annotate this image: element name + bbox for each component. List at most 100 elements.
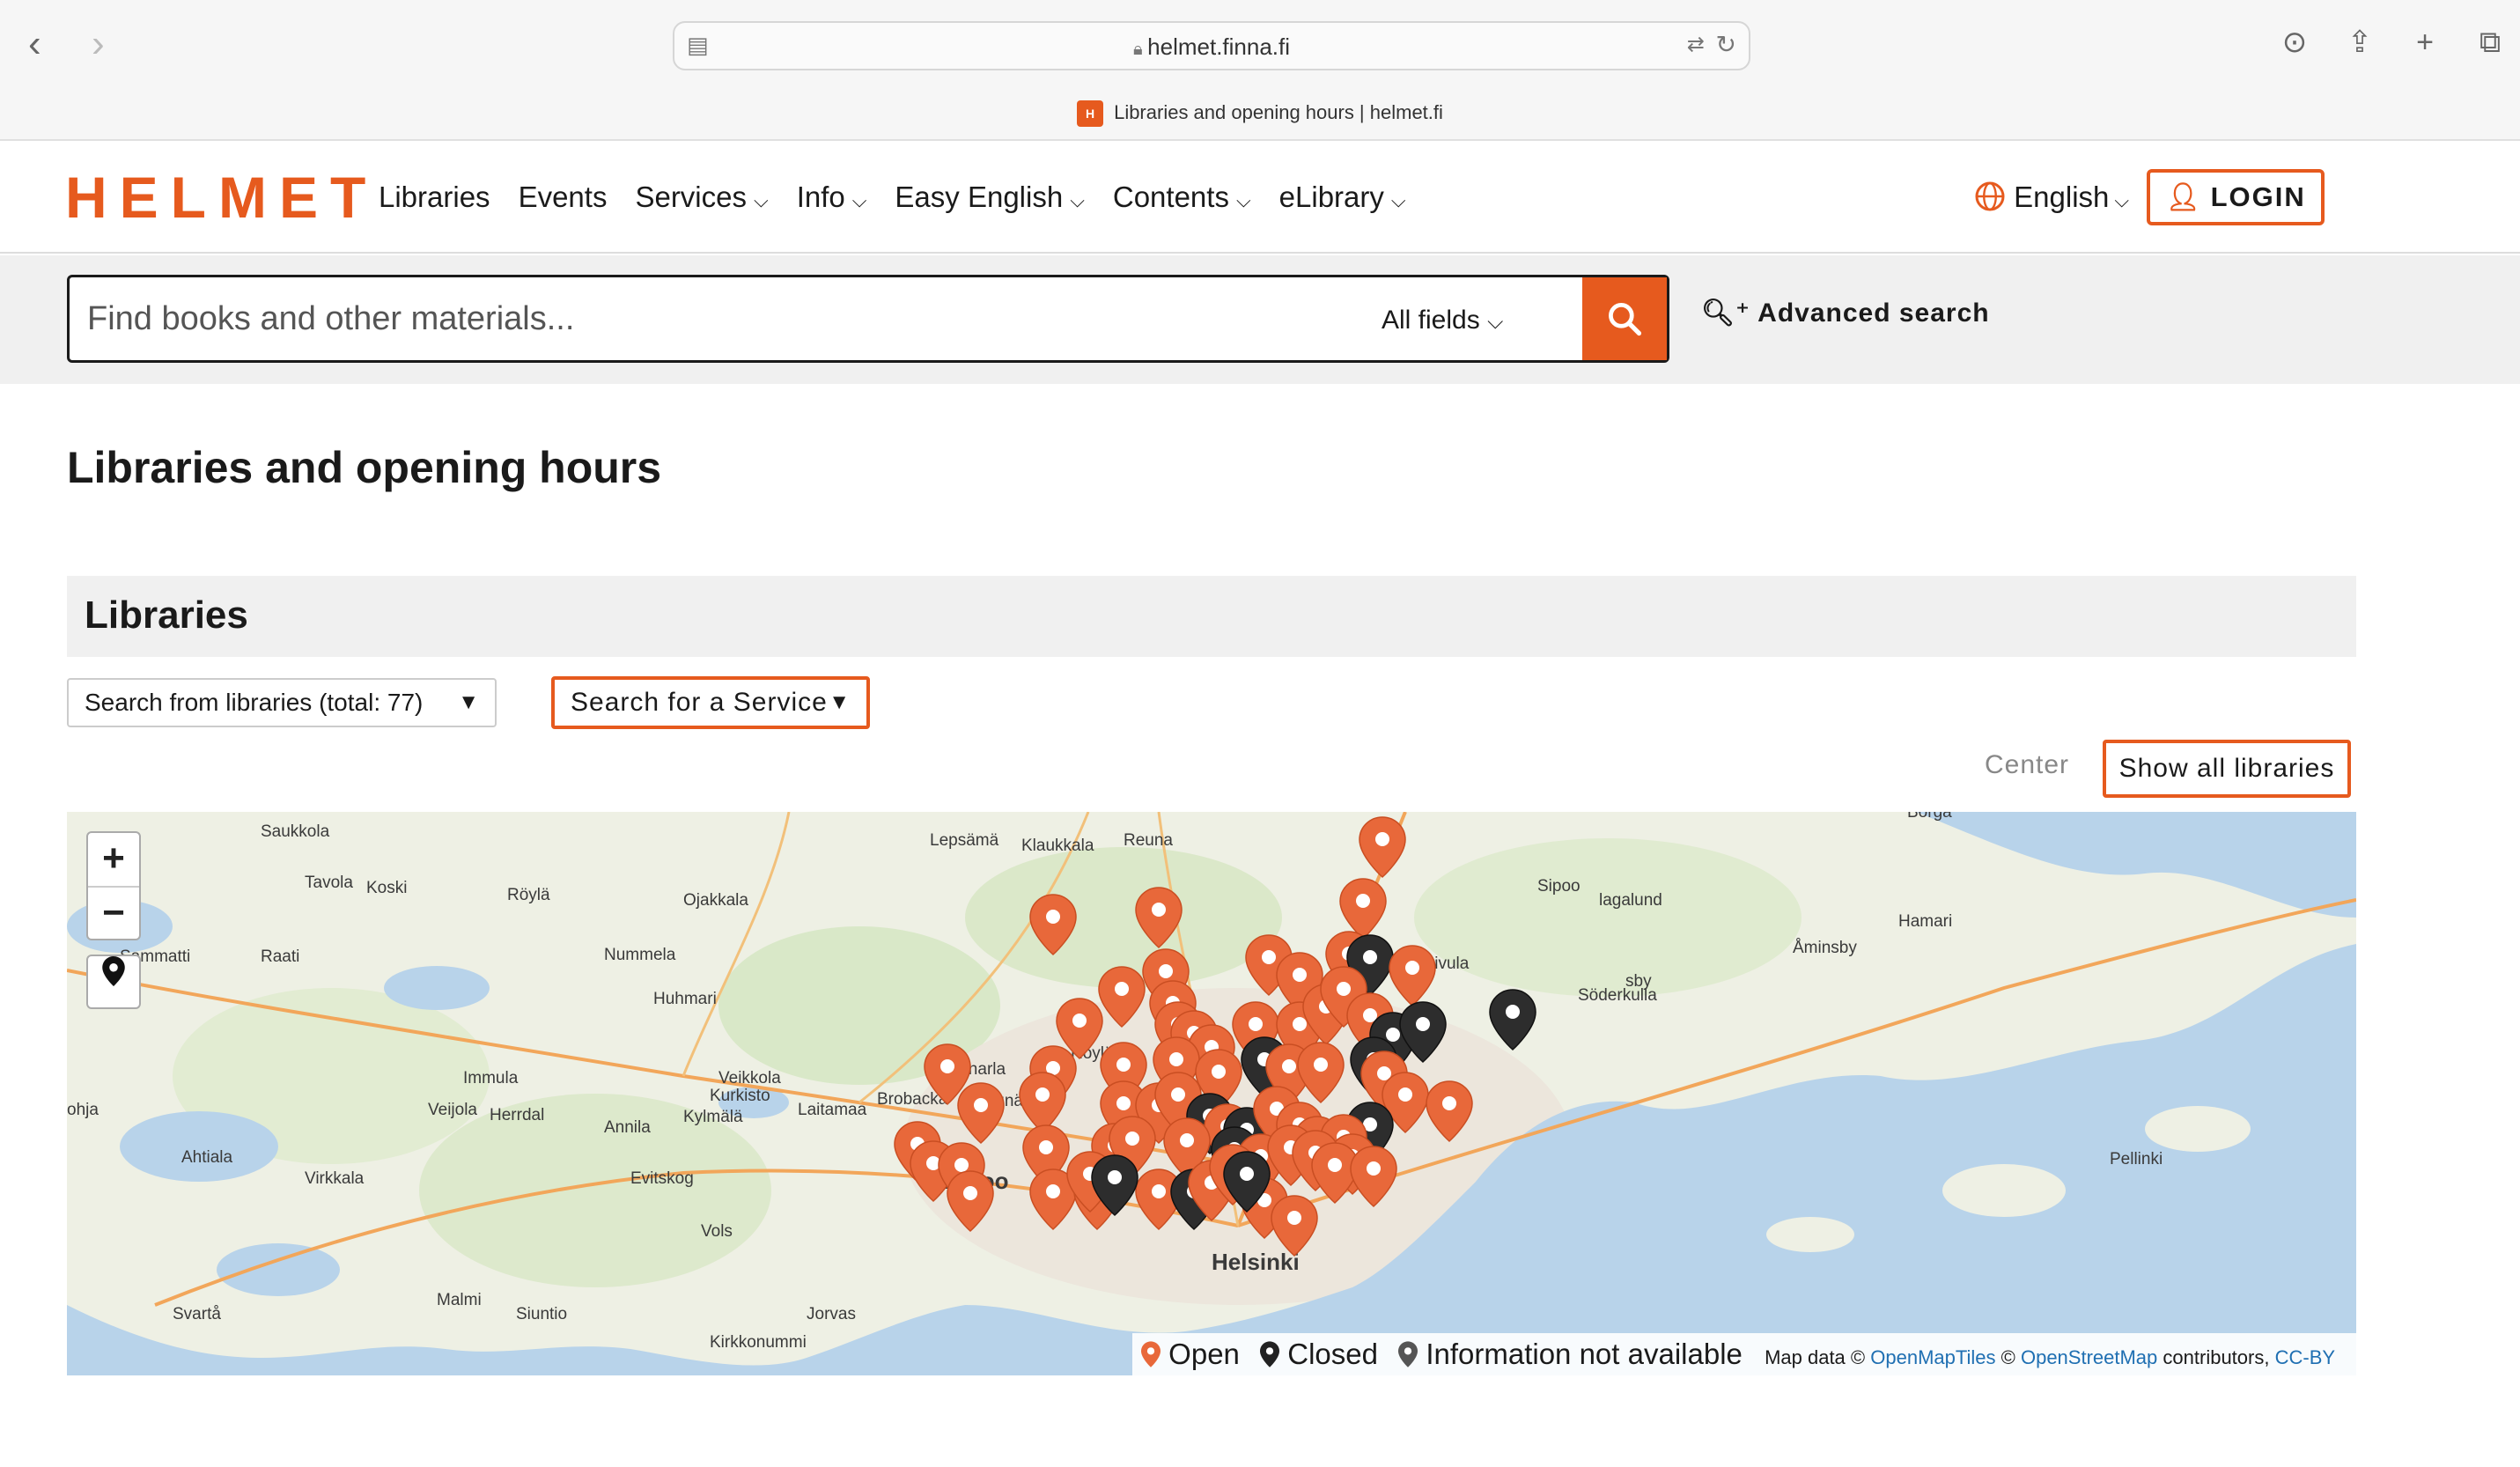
center-button[interactable]: Center	[1985, 750, 2069, 780]
field-select-label: All fields	[1382, 306, 1480, 335]
service-select-label: Search for a Service	[571, 688, 828, 717]
map-place-label: Annila	[604, 1118, 651, 1137]
legend-closed: Closed	[1287, 1338, 1378, 1370]
openmaptiles-link[interactable]: OpenMapTiles	[1870, 1346, 1995, 1368]
map-place-label: Helsinki	[1212, 1249, 1300, 1275]
menu-events[interactable]: Events	[519, 178, 608, 220]
attr-prefix: Map data ©	[1765, 1346, 1866, 1368]
libraries-section-header: Libraries	[67, 576, 2356, 657]
location-pin-icon	[102, 956, 125, 986]
map-attribution: Map data © OpenMapTiles © OpenStreetMap …	[1765, 1346, 2335, 1368]
menu-info[interactable]: Info ⌵	[797, 178, 867, 220]
locate-button[interactable]	[86, 955, 141, 1009]
na-pin-icon	[1398, 1341, 1418, 1367]
dropdown-triangle-icon: ▼	[458, 690, 479, 714]
chevron-down-icon: ⌵	[1390, 189, 1406, 211]
favicon: H	[1077, 100, 1104, 127]
site-header: HELMET Libraries Events Services ⌵ Info ⌵ …	[0, 143, 2520, 254]
search-button[interactable]	[1582, 277, 1667, 360]
map-place-label: Hamari	[1898, 912, 1952, 931]
menu-contents-label: Contents	[1112, 181, 1229, 213]
map-place-label: Ojakkala	[683, 891, 748, 910]
menu-elibrary[interactable]: eLibrary ⌵	[1279, 178, 1406, 220]
search-box: Find books and other materials... All fi…	[67, 275, 1669, 363]
service-select[interactable]: Search for a Service ▼	[551, 676, 870, 729]
menu-services[interactable]: Services ⌵	[635, 178, 768, 220]
tabs-overview-icon[interactable]: ⧉	[2472, 25, 2508, 60]
download-icon[interactable]: ⊙	[2277, 25, 2312, 60]
attr-sep: ©	[2001, 1346, 2015, 1368]
helmet-logo[interactable]: HELMET	[65, 166, 378, 229]
library-select-label: Search from libraries (total: 77)	[85, 689, 424, 716]
advanced-search-label: Advanced search	[1757, 299, 1990, 328]
new-tab-icon[interactable]: +	[2407, 25, 2443, 60]
library-map[interactable]: Saukkola Tavola Koski Röylä Nummela Ojakkala L…	[67, 812, 2356, 1375]
menu-libraries[interactable]: Libraries	[379, 178, 490, 220]
address-bar[interactable]: ▤ 🔒︎ helmet.finna.fi ⇄ ↻	[673, 21, 1750, 70]
forward-arrow-icon[interactable]: ›	[92, 25, 105, 63]
menu-contents[interactable]: Contents ⌵	[1113, 178, 1251, 220]
browser-tab[interactable]: H Libraries and opening hours | helmet.fi	[0, 100, 2520, 127]
chevron-down-icon: ⌵	[2114, 189, 2130, 211]
chevron-down-icon: ⌵	[1235, 189, 1251, 211]
map-legend: Open Closed Information not available Ma…	[1132, 1333, 2356, 1375]
map-place-label: sby	[1625, 972, 1652, 991]
map-canvas[interactable]: Saukkola Tavola Koski Röylä Nummela Ojakkala L…	[67, 812, 2356, 1375]
map-place-label: Nummela	[604, 946, 676, 964]
map-place-label: Kylmälä	[683, 1108, 743, 1126]
url-text: helmet.finna.fi	[1147, 33, 1291, 60]
map-place-label: Koski	[366, 879, 407, 897]
map-place-label: Borgå	[1907, 812, 1952, 822]
openstreetmap-link[interactable]: OpenStreetMap	[2021, 1346, 2157, 1368]
legend-open: Open	[1168, 1338, 1240, 1370]
translate-icon[interactable]: ⇄	[1687, 32, 1705, 57]
share-icon[interactable]: ⇪	[2342, 25, 2377, 60]
show-all-libraries-button[interactable]: Show all libraries	[2103, 740, 2351, 798]
cc-by-link[interactable]: CC-BY	[2275, 1346, 2335, 1368]
map-place-label: Jorvas	[807, 1305, 856, 1323]
zoom-out-button[interactable]: −	[88, 886, 139, 939]
field-select[interactable]: All fields ⌵	[1382, 306, 1503, 335]
map-place-label: Veikkola	[718, 1069, 781, 1087]
search-section: Find books and other materials... All fi…	[0, 255, 2520, 384]
map-place-label: Pellinki	[2110, 1150, 2163, 1168]
map-place-label: ohja	[67, 1101, 99, 1119]
menu-easy-english[interactable]: Easy English ⌵	[895, 178, 1084, 220]
map-place-label: Sipoo	[1537, 877, 1581, 896]
map-place-label: Reuna	[1124, 831, 1173, 850]
globe-icon	[1975, 181, 2005, 211]
login-button[interactable]: 👤︎ LOGIN	[2147, 169, 2325, 225]
tab-title: Libraries and opening hours | helmet.fi	[1114, 100, 1443, 123]
map-place-label: Röylä	[507, 886, 550, 904]
page-title: Libraries and opening hours	[67, 443, 662, 492]
chevron-down-icon: ⌵	[1070, 189, 1085, 211]
advanced-search-link[interactable]: 🔍︎⁺ Advanced search	[1701, 298, 1990, 328]
map-place-label: Vols	[701, 1222, 733, 1241]
back-arrow-icon[interactable]: ‹	[28, 25, 41, 63]
map-place-label: Raati	[261, 947, 299, 966]
menu-services-label: Services	[635, 181, 747, 213]
library-select[interactable]: Search from libraries (total: 77) ▼	[67, 678, 497, 727]
advanced-search-icon: 🔍︎⁺	[1701, 299, 1750, 328]
map-place-label: Laitamaa	[798, 1101, 867, 1119]
menu-easy-english-label: Easy English	[895, 181, 1064, 213]
map-place-label: Siuntio	[516, 1305, 567, 1323]
map-place-label: Klaukkala	[1021, 837, 1094, 855]
legend-na: Information not available	[1426, 1338, 1743, 1370]
map-place-label: Evitskog	[630, 1169, 694, 1188]
map-place-label: Kirkkonummi	[710, 1333, 807, 1352]
browser-chrome: ‹ › ▤ 🔒︎ helmet.finna.fi ⇄ ↻ ⊙ ⇪ + ⧉ H Li…	[0, 0, 2520, 141]
language-selector[interactable]: English ⌵	[1974, 178, 2129, 220]
lock-icon: 🔒︎	[1132, 40, 1148, 59]
menu-info-label: Info	[796, 181, 845, 213]
dropdown-triangle-icon: ▼	[829, 690, 851, 714]
map-place-label: Kurkisto	[710, 1087, 770, 1105]
login-label: LOGIN	[2210, 181, 2306, 212]
map-place-label: Immula	[463, 1069, 519, 1087]
zoom-in-button[interactable]: +	[88, 833, 139, 886]
search-input[interactable]: Find books and other materials...	[87, 300, 574, 338]
map-place-label: Ahtiala	[181, 1148, 233, 1167]
section-title: Libraries	[85, 593, 248, 637]
map-place-label: Tavola	[305, 874, 353, 892]
reload-icon[interactable]: ↻	[1716, 30, 1736, 59]
